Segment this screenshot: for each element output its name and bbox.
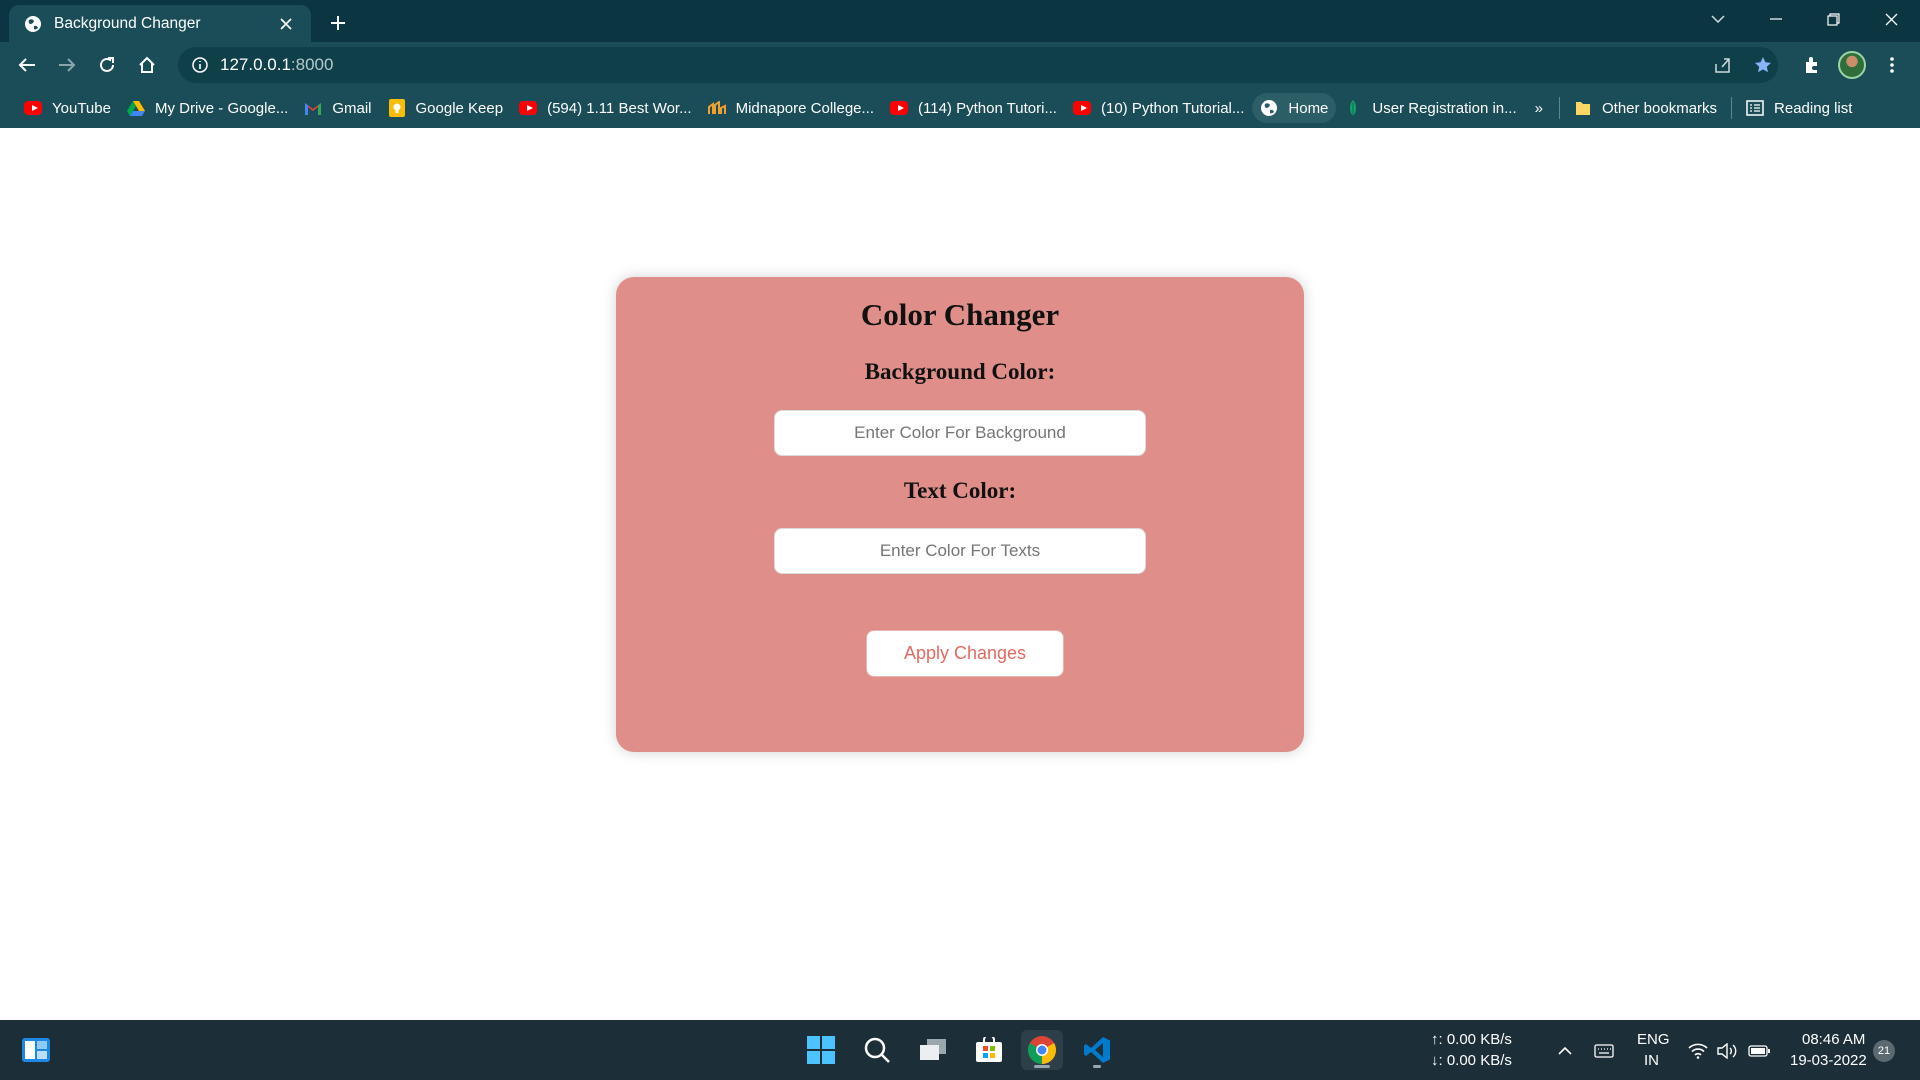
- reading-list-icon: [1746, 99, 1764, 117]
- text-color-label: Text Color:: [903, 478, 1017, 503]
- other-bookmarks-label: Other bookmarks: [1601, 99, 1718, 117]
- bookmark-label: (114) Python Tutori...: [918, 99, 1057, 117]
- bookmark-label: Midnapore College...: [735, 99, 875, 117]
- site-info-icon[interactable]: [190, 55, 210, 75]
- overflow-label: »: [1534, 99, 1543, 117]
- restore-icon[interactable]: [1810, 0, 1856, 38]
- keyboard-icon[interactable]: [1592, 1040, 1616, 1062]
- youtube-icon: [1072, 99, 1091, 117]
- bookmark-label: My Drive - Google...: [154, 99, 289, 117]
- windows-taskbar: ↑: 0.00 KB/s ↓: 0.00 KB/s ENG IN 08:46 A…: [0, 1020, 1920, 1080]
- network-download-speed: ↓: 0.00 KB/s: [1431, 1052, 1512, 1069]
- background-color-label: Background Color:: [864, 359, 1056, 384]
- globe-icon: [1260, 99, 1278, 117]
- gmail-icon: [304, 99, 322, 117]
- language-region[interactable]: IN: [1644, 1052, 1659, 1069]
- bookmark-label: (594) 1.11 Best Wor...: [547, 99, 692, 117]
- language-code[interactable]: ENG: [1637, 1031, 1670, 1048]
- browser-chrome: Background Changer 127.0.0.1:8000 YouTu…: [0, 0, 1920, 128]
- bookmark-google-keep[interactable]: Google Keep: [380, 93, 512, 123]
- minimize-icon[interactable]: [1753, 0, 1799, 38]
- bookmark-user-registration[interactable]: User Registration in...: [1336, 93, 1524, 123]
- bookmarks-overflow-button[interactable]: »: [1525, 93, 1553, 123]
- menu-icon[interactable]: [1878, 51, 1906, 79]
- tab-search-icon[interactable]: [1695, 0, 1741, 38]
- bookmark-midnapore-college[interactable]: Midnapore College...: [700, 93, 882, 123]
- bookmark-my-drive[interactable]: My Drive - Google...: [119, 93, 296, 123]
- bookmark-youtube[interactable]: YouTube: [16, 93, 119, 123]
- tab-background-changer[interactable]: Background Changer: [9, 5, 311, 42]
- close-window-icon[interactable]: [1868, 0, 1914, 38]
- running-indicator: [1093, 1065, 1101, 1068]
- extensions-icon[interactable]: [1798, 51, 1826, 79]
- youtube-icon: [890, 99, 909, 117]
- bookmark-leaf-icon: [1344, 99, 1362, 117]
- chevron-up-icon[interactable]: [1553, 1040, 1577, 1062]
- bookmark-label: YouTube: [52, 99, 111, 117]
- text-color-input[interactable]: [774, 528, 1146, 574]
- youtube-icon: [519, 99, 538, 117]
- clock-date[interactable]: 19-03-2022: [1790, 1052, 1867, 1069]
- other-bookmarks-folder[interactable]: Other bookmarks: [1566, 93, 1725, 123]
- bookmarks-divider: [1558, 97, 1560, 119]
- reading-list-label: Reading list: [1774, 99, 1853, 117]
- network-upload-speed: ↑: 0.00 KB/s: [1431, 1031, 1512, 1048]
- bookmark-python-tutori[interactable]: (114) Python Tutori...: [882, 93, 1065, 123]
- page-title: Color Changer: [860, 297, 1060, 332]
- bookmark-label: Google Keep: [415, 99, 504, 117]
- toolbar: 127.0.0.1:8000: [0, 42, 1920, 88]
- bookmarks-divider: [1731, 97, 1733, 119]
- wifi-icon[interactable]: [1686, 1040, 1710, 1062]
- tab-title: Background Changer: [54, 14, 201, 32]
- google-keep-icon: [388, 99, 406, 117]
- bookmark-label: (10) Python Tutorial...: [1100, 99, 1245, 117]
- search-icon[interactable]: [856, 1030, 898, 1070]
- microsoft-store-icon[interactable]: [968, 1030, 1010, 1070]
- bookmark-label: User Registration in...: [1372, 99, 1517, 117]
- bookmark-best-wor[interactable]: (594) 1.11 Best Wor...: [511, 93, 700, 123]
- globe-icon: [23, 14, 42, 33]
- apply-changes-button[interactable]: Apply Changes: [866, 630, 1064, 677]
- background-color-input[interactable]: [774, 410, 1146, 456]
- battery-icon[interactable]: [1747, 1040, 1771, 1062]
- bookmark-label: Home: [1288, 99, 1329, 117]
- reading-list-button[interactable]: Reading list: [1738, 93, 1860, 123]
- folder-icon: [1574, 99, 1592, 117]
- tab-strip: Background Changer: [0, 0, 1920, 42]
- volume-icon[interactable]: [1716, 1040, 1740, 1062]
- active-indicator: [1034, 1065, 1050, 1068]
- vscode-icon[interactable]: [1076, 1030, 1118, 1070]
- bookmarks-bar: YouTube My Drive - Google... Gmail Googl…: [0, 88, 1920, 128]
- clock-time[interactable]: 08:46 AM: [1802, 1031, 1865, 1048]
- bookmark-home[interactable]: Home: [1252, 93, 1337, 123]
- home-icon[interactable]: [133, 51, 161, 79]
- forward-icon[interactable]: [53, 51, 81, 79]
- bookmark-python-tutorial[interactable]: (10) Python Tutorial...: [1065, 93, 1252, 123]
- bookmark-label: Gmail: [332, 99, 372, 117]
- url-port: :8000: [290, 55, 334, 74]
- bookmark-star-icon[interactable]: [1748, 47, 1778, 83]
- college-logo-icon: [707, 99, 726, 117]
- address-bar[interactable]: 127.0.0.1:8000: [178, 47, 1778, 83]
- youtube-icon: [24, 99, 42, 117]
- url-host: 127.0.0.1: [220, 55, 291, 74]
- google-drive-icon: [126, 99, 145, 117]
- back-icon[interactable]: [13, 51, 41, 79]
- profile-avatar[interactable]: [1838, 51, 1866, 79]
- reload-icon[interactable]: [93, 51, 121, 79]
- chrome-icon[interactable]: [1021, 1030, 1063, 1070]
- web-page: Color Changer Background Color: Text Col…: [0, 128, 1920, 1020]
- color-changer-card: Color Changer Background Color: Text Col…: [616, 277, 1304, 752]
- task-view-icon[interactable]: [912, 1030, 954, 1070]
- close-tab-icon[interactable]: [275, 13, 297, 35]
- notification-badge[interactable]: 21: [1873, 1040, 1895, 1062]
- bookmark-gmail[interactable]: Gmail: [296, 93, 379, 123]
- new-tab-button[interactable]: [324, 9, 352, 37]
- share-icon[interactable]: [1708, 47, 1738, 83]
- widgets-icon[interactable]: [15, 1030, 57, 1070]
- start-icon[interactable]: [800, 1030, 842, 1070]
